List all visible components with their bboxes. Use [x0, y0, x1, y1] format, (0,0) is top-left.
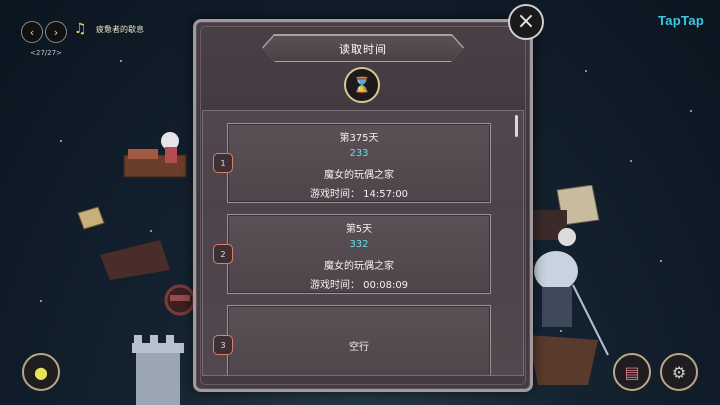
scroll-hourglass-icon: ⌛	[344, 67, 380, 103]
slot-playtime: 游戏时间： 00:08:09	[309, 280, 409, 291]
slot-location: 魔女的玩偶之家	[324, 170, 394, 181]
taptap-logo: TapTap	[658, 13, 705, 28]
close-icon: ×	[516, 9, 536, 34]
slot-count: 233	[349, 148, 369, 159]
slot-day: 第375天	[339, 133, 379, 144]
settings-button[interactable]: ⚙	[660, 353, 698, 391]
dialog-title: 读取时间	[339, 42, 387, 56]
save-slot-list[interactable]: 第375天 233 魔女的玩偶之家 游戏时间： 14:57:00 1 第5天 3…	[202, 110, 524, 376]
slot-number-badge[interactable]: 1	[213, 153, 233, 173]
chevron-right-icon: ›	[53, 25, 59, 39]
close-dialog-button[interactable]: ×	[508, 4, 544, 40]
previous-track-button[interactable]: ‹	[21, 21, 43, 43]
journal-icon: ▤	[624, 362, 640, 382]
slot-number-badge[interactable]: 2	[213, 244, 233, 264]
floating-bed-scenery	[123, 132, 187, 178]
dialog-title-banner: 读取时间	[263, 35, 463, 62]
journal-button[interactable]: ▤	[613, 353, 651, 391]
song-title: 疲惫者的歇息	[96, 25, 144, 34]
floating-book-scenery	[77, 206, 105, 230]
scrollbar-thumb[interactable]	[515, 115, 518, 137]
character-menu-button[interactable]: ●	[22, 353, 60, 391]
chevron-left-icon: ‹	[29, 25, 35, 39]
track-counter: <27/27>	[30, 49, 62, 57]
save-slot-empty[interactable]: 空行	[227, 305, 491, 375]
load-save-dialog: 读取时间 ⌛ 第375天 233 魔女的玩偶之家 游戏时间： 14:57:00 …	[193, 19, 533, 392]
slot-number-badge[interactable]: 3	[213, 335, 233, 355]
music-note-icon: ♫	[74, 21, 87, 37]
slot-location: 魔女的玩偶之家	[324, 261, 394, 272]
slot-count: 332	[349, 239, 369, 250]
castle-tower-scenery	[132, 335, 184, 405]
slot-playtime: 游戏时间： 14:57:00	[309, 189, 409, 200]
gear-icon: ⚙	[671, 362, 687, 382]
save-slot[interactable]: 第5天 332 魔女的玩偶之家 游戏时间： 00:08:09	[227, 214, 491, 294]
save-slot[interactable]: 第375天 233 魔女的玩偶之家 游戏时间： 14:57:00	[227, 123, 491, 203]
next-track-button[interactable]: ›	[45, 21, 67, 43]
character-portrait-icon: ●	[34, 362, 48, 382]
slot-empty-label: 空行	[349, 342, 369, 353]
slot-day: 第5天	[345, 224, 373, 235]
